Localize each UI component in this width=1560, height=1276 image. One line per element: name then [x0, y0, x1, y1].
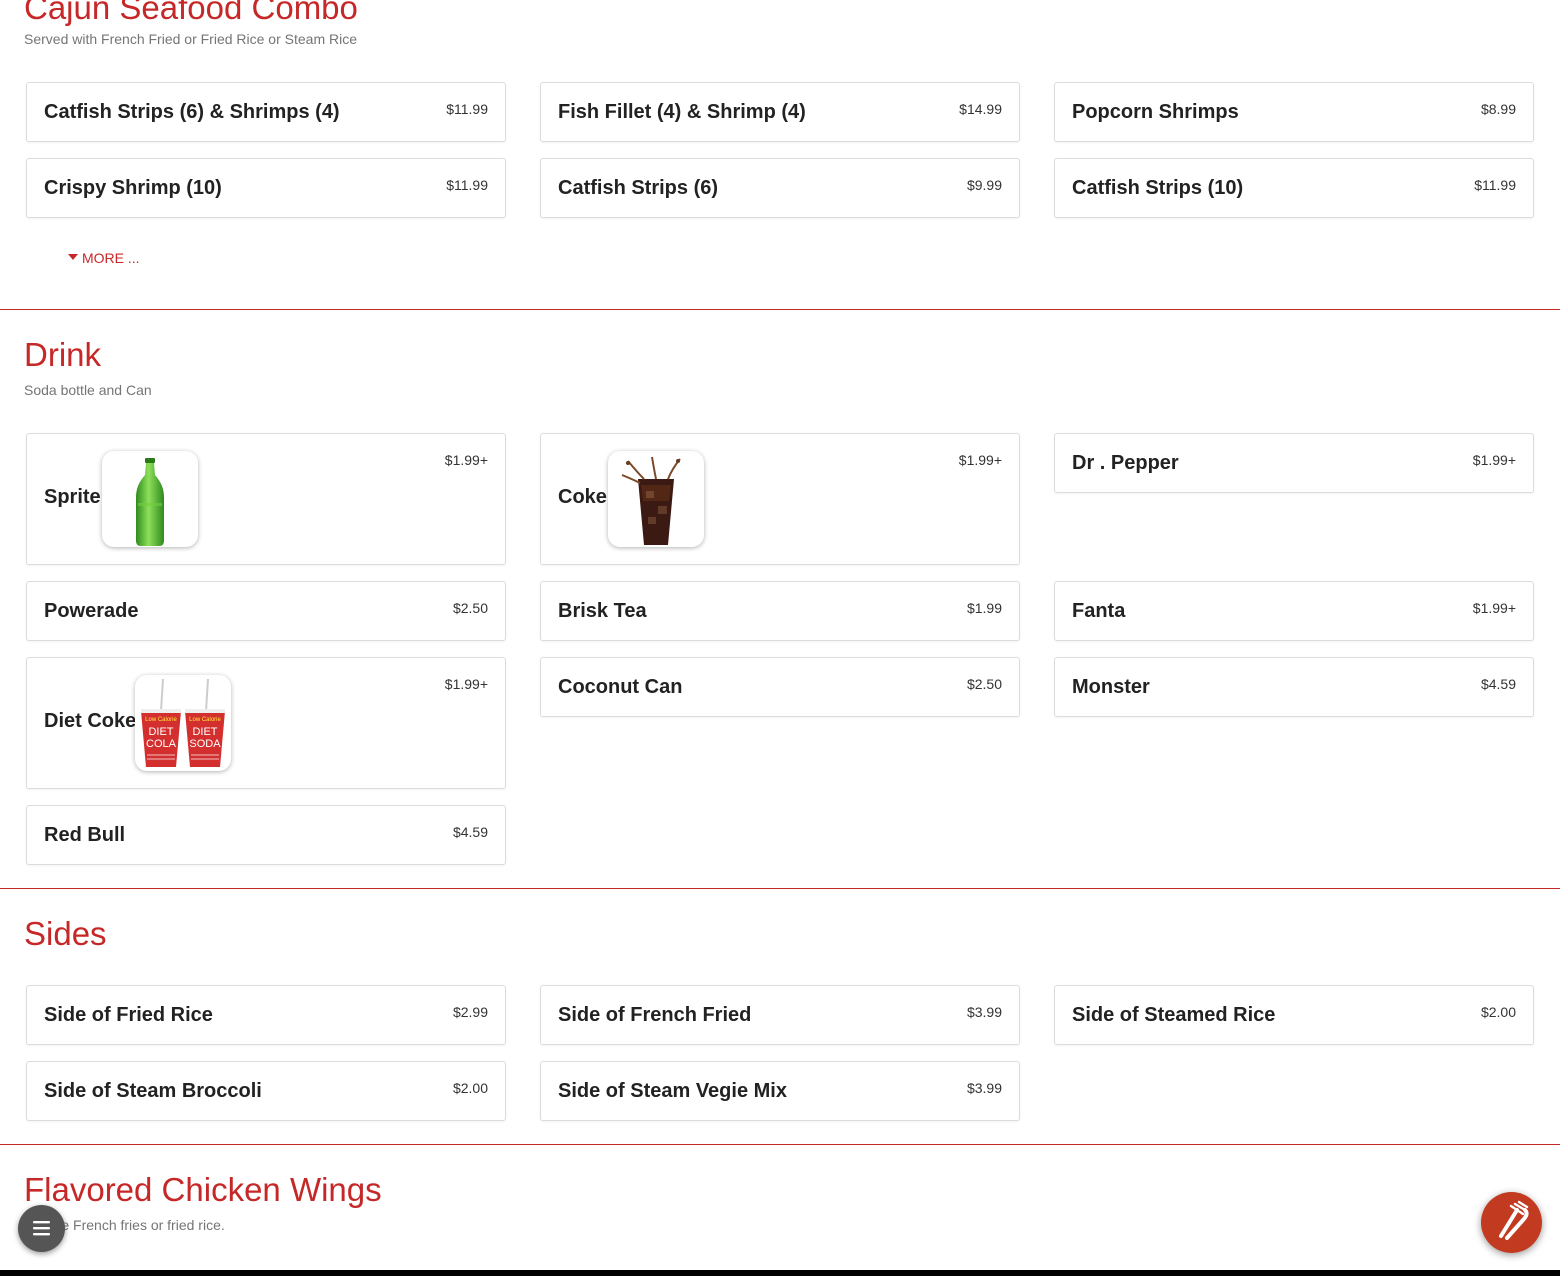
item-price: $1.99+ — [444, 452, 488, 468]
item-price: $4.59 — [452, 824, 488, 840]
item-name: Brisk Tea — [558, 600, 647, 622]
cup1-main-text: DIET — [148, 726, 173, 738]
sprite-bottle-image — [102, 451, 198, 547]
item-price: $1.99 — [966, 600, 1002, 616]
cup1-top-text: Low Calorie — [145, 717, 177, 723]
menu-item-card[interactable]: Monster $4.59 — [1054, 657, 1534, 717]
item-name: Diet Coke — [44, 710, 137, 732]
item-price: $11.99 — [1474, 177, 1516, 193]
item-name: Side of French Fried — [558, 1004, 752, 1026]
menu-item-card[interactable]: Crispy Shrimp (10) $11.99 — [26, 158, 506, 218]
menu-item-card[interactable]: Red Bull $4.59 — [26, 805, 506, 865]
item-name: Side of Steam Vegie Mix — [558, 1080, 787, 1102]
menu-item-card[interactable]: Side of Steam Vegie Mix $3.99 — [540, 1061, 1020, 1121]
section-title: Drink — [24, 336, 102, 373]
menu-item-card[interactable]: Side of Steamed Rice $2.00 — [1054, 985, 1534, 1045]
item-name: Catfish Strips (6) — [558, 177, 719, 199]
menu-fab-button[interactable] — [18, 1205, 65, 1252]
menu-item-card[interactable]: Popcorn Shrimps $8.99 — [1054, 82, 1534, 142]
section-flavored-chicken-wings: Flavored Chicken Wings Include French fr… — [0, 1145, 1560, 1270]
menu-item-card[interactable]: Diet Coke Low Calorie DIET COLA Low Calo… — [26, 657, 506, 789]
item-price: $11.99 — [446, 177, 488, 193]
menu-item-card[interactable]: Sprite $1.99+ — [26, 433, 506, 565]
menu-item-card[interactable]: Side of Fried Rice $2.99 — [26, 985, 506, 1045]
cup2-main-text: DIET — [192, 726, 217, 738]
section-title: Flavored Chicken Wings — [24, 1171, 382, 1208]
cup2-sub-text: SODA — [189, 738, 221, 750]
more-button[interactable]: MORE ... — [68, 250, 140, 266]
item-name: Catfish Strips (10) — [1072, 177, 1244, 199]
item-price: $11.99 — [446, 101, 488, 117]
item-name: Coke — [558, 486, 607, 508]
menu-item-card[interactable]: Catfish Strips (6) $9.99 — [540, 158, 1020, 218]
menu-item-card[interactable]: Catfish Strips (10) $11.99 — [1054, 158, 1534, 218]
item-name: Red Bull — [44, 824, 126, 846]
item-price: $3.99 — [966, 1080, 1002, 1096]
item-price: $2.00 — [1480, 1004, 1516, 1020]
item-price: $3.99 — [966, 1004, 1002, 1020]
section-title: Sides — [24, 915, 107, 952]
item-name: Dr . Pepper — [1072, 452, 1179, 474]
section-title: Cajun Seafood Combo — [24, 0, 358, 26]
item-price: $1.99+ — [1472, 600, 1516, 616]
item-price: $4.59 — [1480, 676, 1516, 692]
more-label: MORE ... — [82, 250, 140, 266]
section-drink: Drink Soda bottle and Can Sprite $1.99+ … — [0, 310, 1560, 889]
cup1-sub-text: COLA — [146, 738, 177, 750]
item-price: $2.50 — [966, 676, 1002, 692]
item-name: Crispy Shrimp (10) — [44, 177, 222, 199]
item-name: Powerade — [44, 600, 139, 622]
menu-item-card[interactable]: Side of Steam Broccoli $2.00 — [26, 1061, 506, 1121]
item-price: $1.99+ — [958, 452, 1002, 468]
item-price: $9.99 — [966, 177, 1002, 193]
item-name: Side of Steam Broccoli — [44, 1080, 262, 1102]
menu-item-card[interactable]: Brisk Tea $1.99 — [540, 581, 1020, 641]
hamburger-menu-icon — [33, 1221, 50, 1236]
item-name: Side of Steamed Rice — [1072, 1004, 1276, 1026]
item-price: $2.00 — [452, 1080, 488, 1096]
menu-item-card[interactable]: Coconut Can $2.50 — [540, 657, 1020, 717]
menu-item-card[interactable]: Catfish Strips (6) & Shrimps (4) $11.99 — [26, 82, 506, 142]
item-price: $2.99 — [452, 1004, 488, 1020]
bottom-bar — [0, 1270, 1560, 1276]
cup2-top-text: Low Calorie — [189, 717, 221, 723]
item-price: $14.99 — [959, 101, 1002, 117]
menu-item-card[interactable]: Fanta $1.99+ — [1054, 581, 1534, 641]
section-subtitle: Served with French Fried or Fried Rice o… — [24, 31, 357, 47]
item-name: Catfish Strips (6) & Shrimps (4) — [44, 101, 340, 123]
item-price: $1.99+ — [444, 676, 488, 692]
item-price: $8.99 — [1480, 101, 1516, 117]
item-name: Fanta — [1072, 600, 1126, 622]
section-subtitle: Soda bottle and Can — [24, 382, 152, 398]
menu-item-card[interactable]: Coke $1.99+ — [540, 433, 1020, 565]
caret-down-icon — [68, 254, 78, 261]
section-cajun-seafood-combo: Cajun Seafood Combo Served with French F… — [0, 0, 1560, 310]
item-price: $1.99+ — [1472, 452, 1516, 468]
section-sides: Sides Side of Fried Rice $2.99 Side of F… — [0, 889, 1560, 1145]
item-price: $2.50 — [452, 600, 488, 616]
order-fab-button[interactable] — [1481, 1192, 1542, 1253]
item-name: Monster — [1072, 676, 1150, 698]
item-name: Coconut Can — [558, 676, 683, 698]
item-name: Fish Fillet (4) & Shrimp (4) — [558, 101, 806, 123]
diet-cola-cups-image: Low Calorie DIET COLA Low Calorie DIET S… — [135, 675, 231, 771]
utensils-icon — [1499, 1200, 1529, 1240]
menu-item-card[interactable]: Side of French Fried $3.99 — [540, 985, 1020, 1045]
item-name: Popcorn Shrimps — [1072, 101, 1239, 123]
menu-item-card[interactable]: Fish Fillet (4) & Shrimp (4) $14.99 — [540, 82, 1020, 142]
menu-item-card[interactable]: Powerade $2.50 — [26, 581, 506, 641]
item-name: Sprite — [44, 486, 101, 508]
menu-item-card[interactable]: Dr . Pepper $1.99+ — [1054, 433, 1534, 493]
item-name: Side of Fried Rice — [44, 1004, 213, 1026]
coke-glass-image — [608, 451, 704, 547]
